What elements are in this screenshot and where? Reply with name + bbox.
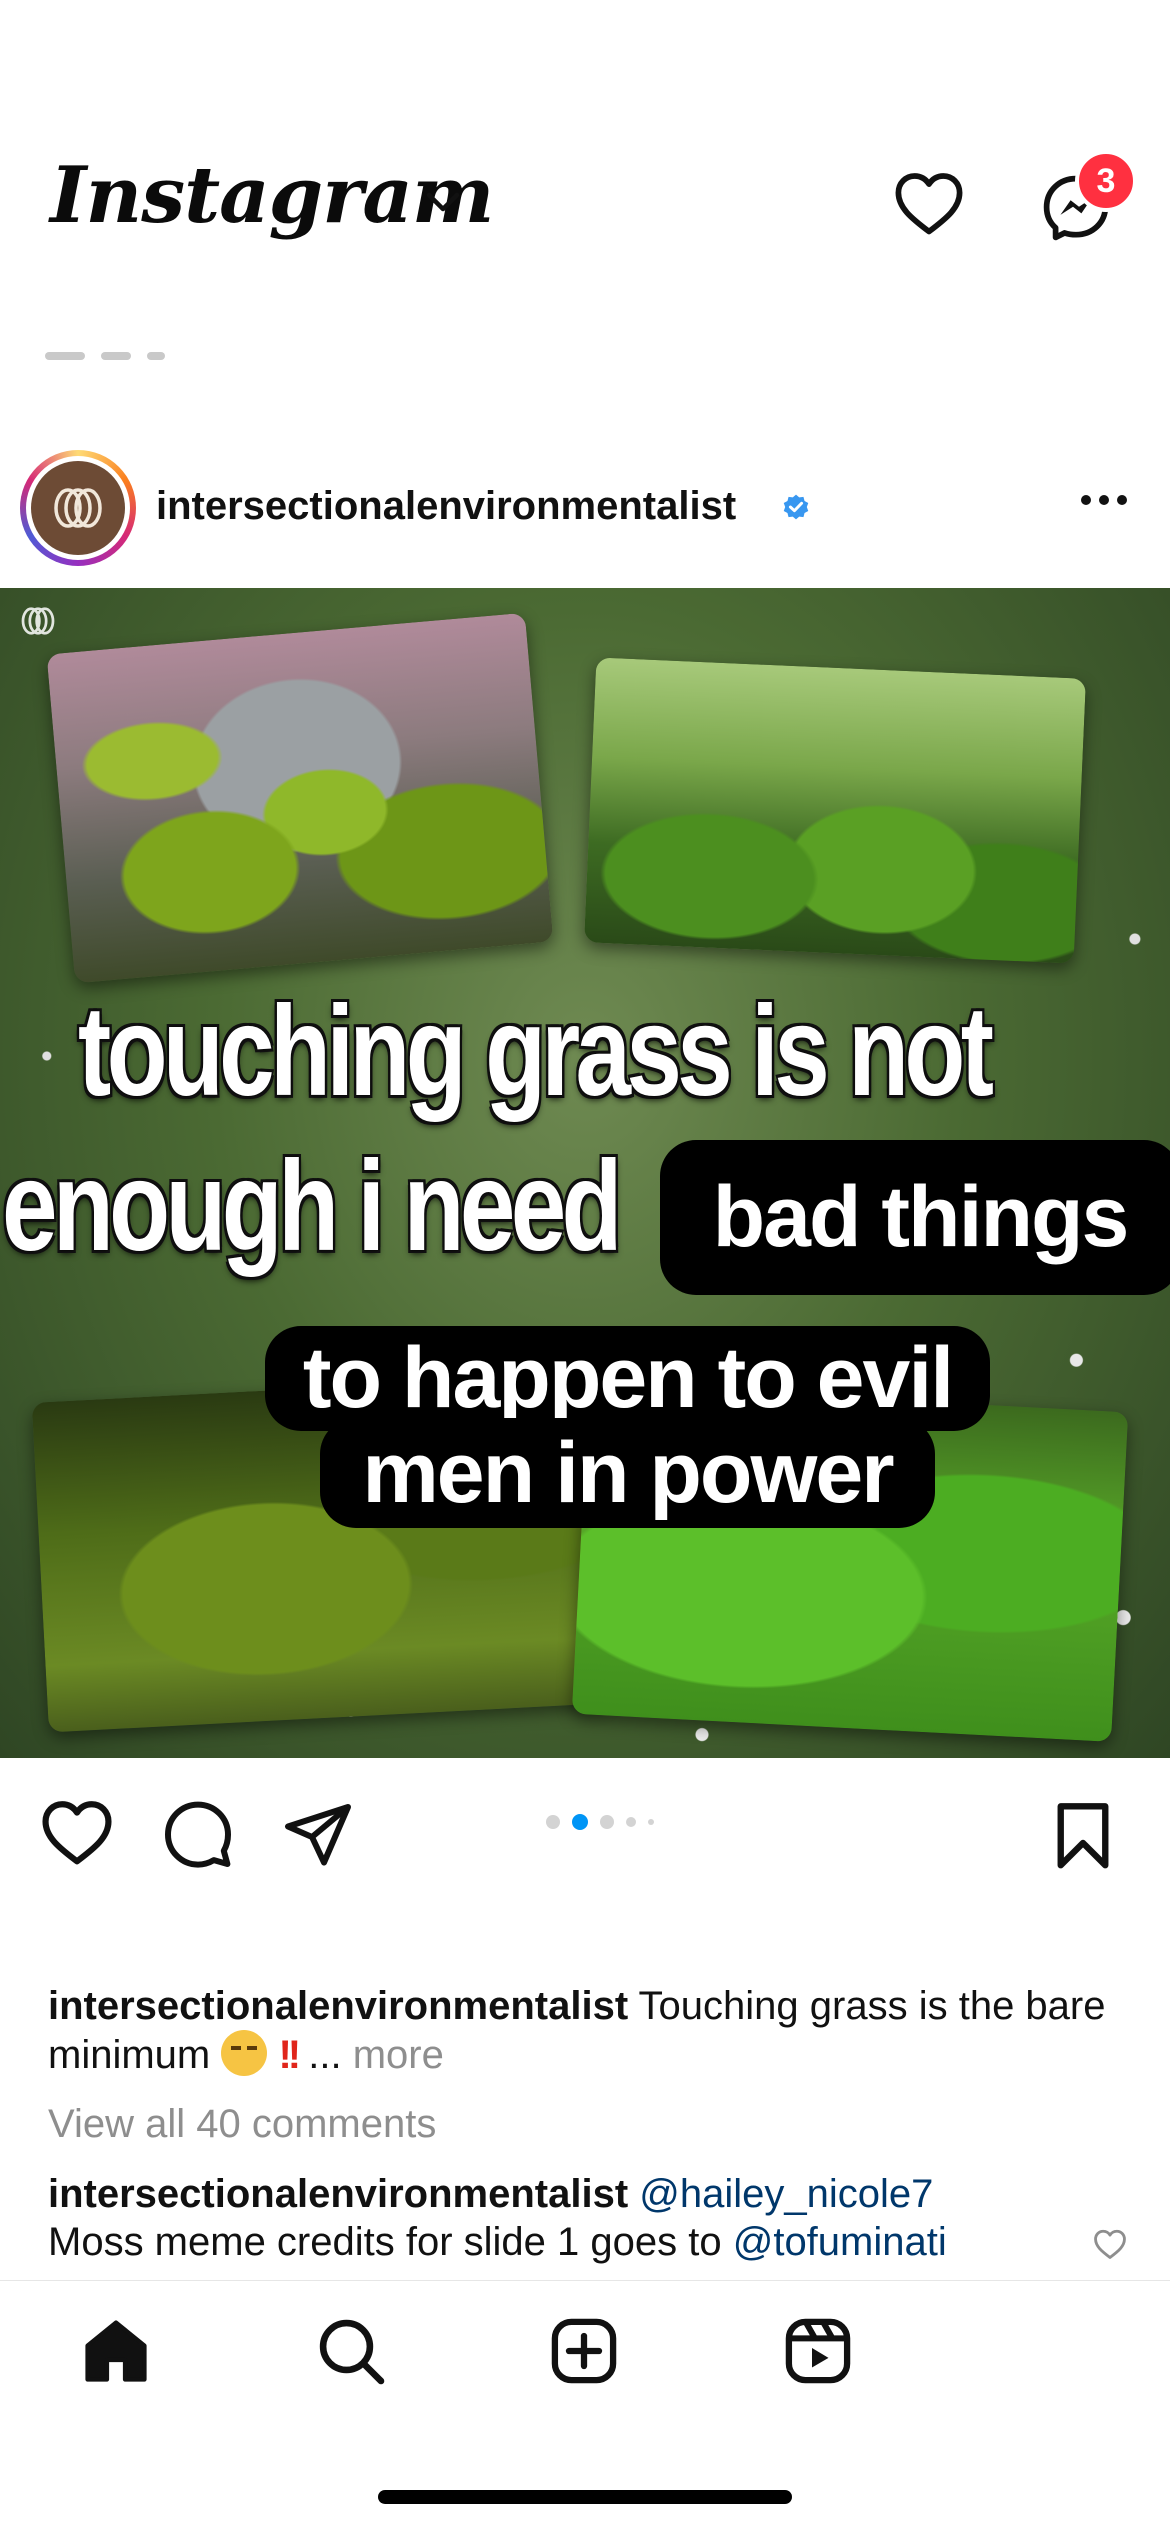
stories-row-peek <box>45 352 265 382</box>
like-heart-icon[interactable] <box>40 1798 114 1871</box>
meme-pill-to-happen: to happen to evil <box>265 1326 990 1431</box>
moss-rock-photo <box>46 612 554 984</box>
carousel-dot <box>626 1817 636 1827</box>
carousel-dot <box>600 1815 614 1829</box>
carousel-indicator <box>546 1814 654 1830</box>
avatar-logo-icon <box>31 461 125 555</box>
post-image[interactable]: touching grass is not enough i need bad … <box>0 588 1170 1758</box>
search-icon[interactable] <box>315 2315 387 2392</box>
comment-mention-2[interactable]: @tofuminati <box>733 2220 947 2264</box>
carousel-dot <box>648 1819 654 1825</box>
caption-ellipsis: ... <box>308 2033 342 2077</box>
caption-more-link[interactable]: more <box>353 2033 444 2077</box>
notification-badge: 3 <box>1075 150 1137 212</box>
watermark-logo-icon <box>16 606 60 644</box>
comment-like-heart-icon[interactable] <box>1093 2228 1127 2265</box>
create-icon[interactable] <box>548 2315 620 2392</box>
comment-text: Moss meme credits for slide 1 goes to <box>48 2220 722 2264</box>
mossy-forest-photo <box>584 657 1086 964</box>
view-all-comments-link[interactable]: View all 40 comments <box>48 2102 436 2147</box>
reels-icon[interactable] <box>782 2315 854 2392</box>
meme-text-line-1: touching grass is not <box>78 980 994 1123</box>
post-username[interactable]: intersectionalenvironmentalist <box>156 484 736 529</box>
post-caption[interactable]: intersectionalenvironmentalist Touching … <box>48 1982 1128 2079</box>
chevron-down-icon[interactable] <box>425 190 461 219</box>
carousel-dot <box>546 1815 560 1829</box>
carousel-dot-active <box>572 1814 588 1830</box>
huffing-face-emoji-icon <box>221 2030 268 2076</box>
verified-icon <box>780 491 812 528</box>
more-icon[interactable] <box>1078 490 1130 515</box>
meme-pill-men-in-power: men in power <box>320 1418 935 1528</box>
double-exclamation-icon: !! <box>278 2033 301 2077</box>
caption-username[interactable]: intersectionalenvironmentalist <box>48 1984 628 2028</box>
heart-icon[interactable] <box>893 170 965 241</box>
bookmark-icon[interactable] <box>1050 1800 1116 1875</box>
comment-icon[interactable] <box>162 1798 234 1875</box>
home-icon[interactable] <box>80 2315 152 2392</box>
avatar[interactable] <box>20 450 136 566</box>
comment-username[interactable]: intersectionalenvironmentalist <box>48 2172 628 2216</box>
meme-text-line-2: enough i need <box>2 1135 623 1278</box>
home-indicator[interactable] <box>378 2490 792 2504</box>
top-comment[interactable]: intersectionalenvironmentalist @hailey_n… <box>48 2170 1068 2266</box>
comment-mention-1[interactable]: @hailey_nicole7 <box>639 2172 933 2216</box>
meme-pill-bad-things: bad things <box>660 1140 1170 1295</box>
share-icon[interactable] <box>282 1800 354 1873</box>
